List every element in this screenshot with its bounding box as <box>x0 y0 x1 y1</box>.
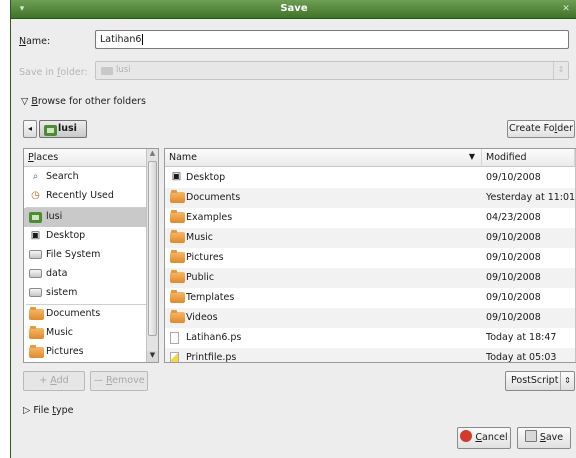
file-list: Name ▼ Modified ▣ Desktop 09/10/2008 Docu… <box>164 148 576 363</box>
clock-icon: ◷ <box>31 190 40 201</box>
places-header[interactable]: Places <box>24 149 146 167</box>
cancel-icon <box>460 430 473 442</box>
folder-icon <box>170 230 185 243</box>
file-row[interactable]: Music 09/10/2008 <box>165 228 575 248</box>
search-icon: ⌕ <box>32 171 39 182</box>
path-scroll-left-button[interactable]: ◂ <box>23 120 37 138</box>
window-title: Save <box>280 3 308 14</box>
places-item-data[interactable]: data <box>24 265 149 284</box>
folder-icon <box>170 250 185 263</box>
file-row[interactable]: Pictures 09/10/2008 <box>165 248 575 268</box>
folder-icon <box>170 190 185 203</box>
remove-bookmark-button[interactable]: — Remove <box>90 371 148 391</box>
places-scrollbar[interactable]: ▲ ▼ <box>146 149 158 362</box>
file-row[interactable]: Latihan6.ps Today at 18:47 <box>165 328 575 348</box>
dropdown-arrows-icon: ⇕ <box>560 372 574 390</box>
places-item-recently-used[interactable]: ◷ Recently Used <box>24 187 149 206</box>
places-item-pictures[interactable]: Pictures <box>24 343 149 362</box>
file-row[interactable]: Videos 09/10/2008 <box>165 308 575 328</box>
places-pane: Places ⌕ Search ◷ Recently Used lusi ▣ D… <box>23 148 159 363</box>
folder-icon <box>170 270 185 283</box>
name-field[interactable]: Latihan6 <box>95 30 569 49</box>
column-header-modified[interactable]: Modified <box>482 149 575 167</box>
drive-icon <box>29 269 42 278</box>
document-icon <box>170 332 179 344</box>
sort-descending-icon: ▼ <box>468 152 475 161</box>
places-item-music[interactable]: Music <box>24 324 149 343</box>
dropdown-arrows-icon: ⇕ <box>553 62 568 79</box>
column-header-name[interactable]: Name ▼ <box>165 149 482 167</box>
folder-icon <box>29 307 44 320</box>
places-item-documents[interactable]: Documents <box>24 305 149 324</box>
file-filter-select[interactable]: PostScript ⇕ <box>505 371 575 391</box>
drive-icon <box>29 288 42 297</box>
scrollbar-thumb[interactable] <box>148 161 157 336</box>
name-label: Name: <box>19 36 51 47</box>
folder-icon <box>170 210 185 223</box>
scroll-up-icon[interactable]: ▲ <box>147 149 158 160</box>
drive-icon <box>29 250 42 259</box>
places-item-lusi[interactable]: lusi <box>24 208 149 227</box>
folder-icon <box>29 326 44 339</box>
home-folder-icon <box>29 212 42 223</box>
folder-icon <box>170 310 185 323</box>
save-dialog: ▾ Save ✕ Name: Latihan6 Save in folder: … <box>10 0 576 458</box>
close-icon[interactable]: ✕ <box>559 4 573 14</box>
minus-icon: — <box>93 375 103 386</box>
file-row[interactable]: Public 09/10/2008 <box>165 268 575 288</box>
folder-icon <box>170 290 185 303</box>
save-button[interactable]: Save <box>517 427 571 449</box>
home-folder-icon <box>44 125 57 136</box>
postscript-icon <box>170 352 179 362</box>
places-item-file-system[interactable]: File System <box>24 246 149 265</box>
desktop-icon: ▣ <box>30 230 41 241</box>
plus-icon: + <box>39 375 48 386</box>
save-in-folder-label: Save in folder: <box>19 67 88 78</box>
cancel-button[interactable]: Cancel <box>457 427 511 449</box>
file-row[interactable]: Examples 04/23/2008 <box>165 208 575 228</box>
save-in-folder-select[interactable]: lusi ⇕ <box>95 61 569 80</box>
add-bookmark-button[interactable]: + Add <box>23 371 85 391</box>
file-row[interactable]: Templates 09/10/2008 <box>165 288 575 308</box>
browse-other-folders-expander[interactable]: ▽ Browse for other folders <box>21 96 146 107</box>
path-button-lusi[interactable]: lusi <box>39 120 87 138</box>
places-item-sistem[interactable]: sistem <box>24 284 149 303</box>
file-row[interactable]: ▣ Desktop 09/10/2008 <box>165 168 575 188</box>
floppy-disk-icon <box>524 430 537 442</box>
desktop-icon: ▣ <box>171 171 182 182</box>
places-item-desktop[interactable]: ▣ Desktop <box>24 227 149 246</box>
places-item-search[interactable]: ⌕ Search <box>24 168 149 187</box>
expander-arrow-icon: ▷ <box>23 405 31 416</box>
file-type-expander[interactable]: ▷ File type <box>23 405 74 416</box>
file-row[interactable]: Documents Yesterday at 11:01 <box>165 188 575 208</box>
expander-arrow-icon: ▽ <box>21 96 29 107</box>
folder-icon <box>29 345 44 358</box>
titlebar: ▾ Save ✕ <box>11 0 576 19</box>
home-folder-icon <box>101 67 113 75</box>
scroll-down-icon[interactable]: ▼ <box>147 351 158 362</box>
file-row[interactable]: Printfile.ps Today at 05:03 <box>165 348 575 362</box>
create-folder-button[interactable]: Create Folder <box>507 120 575 138</box>
